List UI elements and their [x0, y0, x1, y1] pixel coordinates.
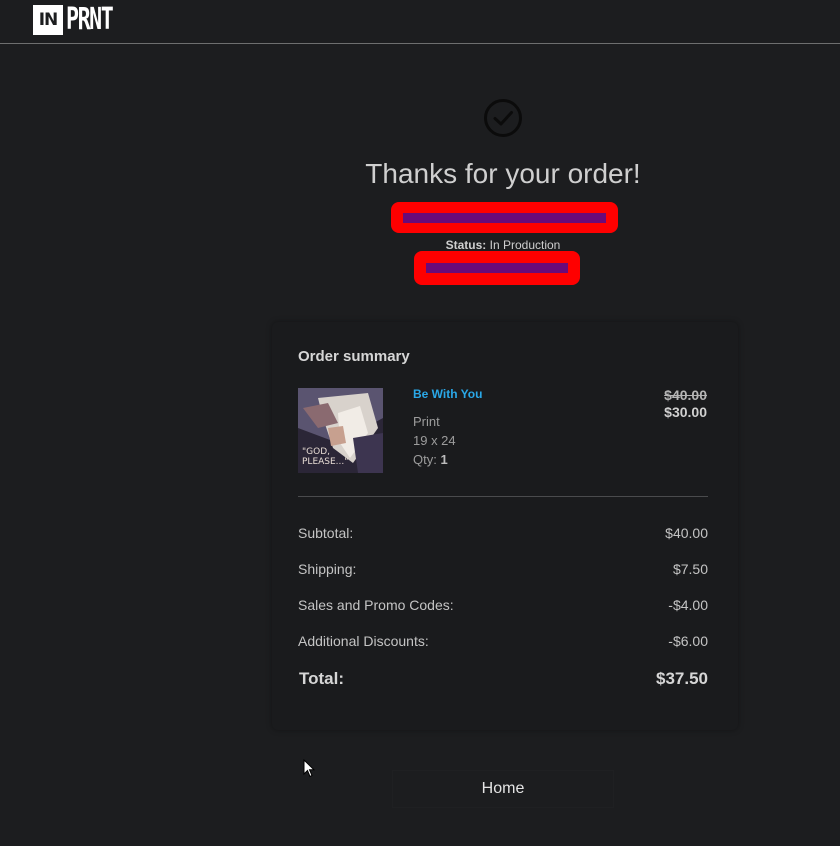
order-summary-card: Order summary "GOD, PLEASE..." Be With Y… [272, 322, 738, 730]
additional-discounts-label: Additional Discounts: [298, 633, 429, 649]
status-value: In Production [489, 238, 561, 252]
shipping-label: Shipping: [298, 561, 357, 577]
original-price: $40.00 [664, 387, 707, 403]
home-button[interactable]: Home [392, 770, 614, 808]
logo-text: PRNT [66, 2, 114, 37]
redacted-order-number [391, 202, 618, 233]
product-thumbnail[interactable]: "GOD, PLEASE..." [298, 388, 383, 473]
total-value: $37.50 [656, 669, 708, 688]
artwork-image: "GOD, PLEASE..." [298, 388, 383, 473]
summary-divider [298, 496, 708, 497]
qty-label: Qty: [413, 452, 437, 467]
svg-text:"GOD,: "GOD, [302, 447, 330, 457]
qty-value: 1 [440, 452, 448, 467]
logo-box: IN [33, 5, 63, 35]
total-label: Total: [299, 669, 345, 688]
order-status: Status: In Production [0, 238, 840, 252]
promo-codes-label: Sales and Promo Codes: [298, 597, 454, 613]
redacted-order-date [414, 251, 580, 285]
status-label: Status: [445, 238, 487, 252]
mouse-cursor-icon [303, 759, 315, 778]
product-name-link[interactable]: Be With You [413, 387, 482, 401]
svg-text:PLEASE...": PLEASE..." [302, 457, 348, 467]
order-summary-title: Order summary [298, 348, 410, 365]
top-navigation-bar: IN PRNT [0, 0, 840, 44]
sale-price: $30.00 [664, 404, 707, 420]
additional-discounts-value: -$6.00 [668, 633, 708, 649]
shipping-value: $7.50 [672, 561, 708, 577]
inprnt-logo[interactable]: IN PRNT [33, 4, 130, 36]
promo-codes-value: -$4.00 [668, 597, 708, 613]
product-quantity: Qty: 1 [413, 452, 448, 467]
check-circle-icon [484, 99, 522, 137]
subtotal-value: $40.00 [665, 525, 708, 541]
order-confirmation-title: Thanks for your order! [365, 158, 641, 189]
product-size: 19 x 24 [413, 433, 456, 448]
product-type: Print [413, 414, 440, 429]
subtotal-label: Subtotal: [298, 525, 354, 541]
